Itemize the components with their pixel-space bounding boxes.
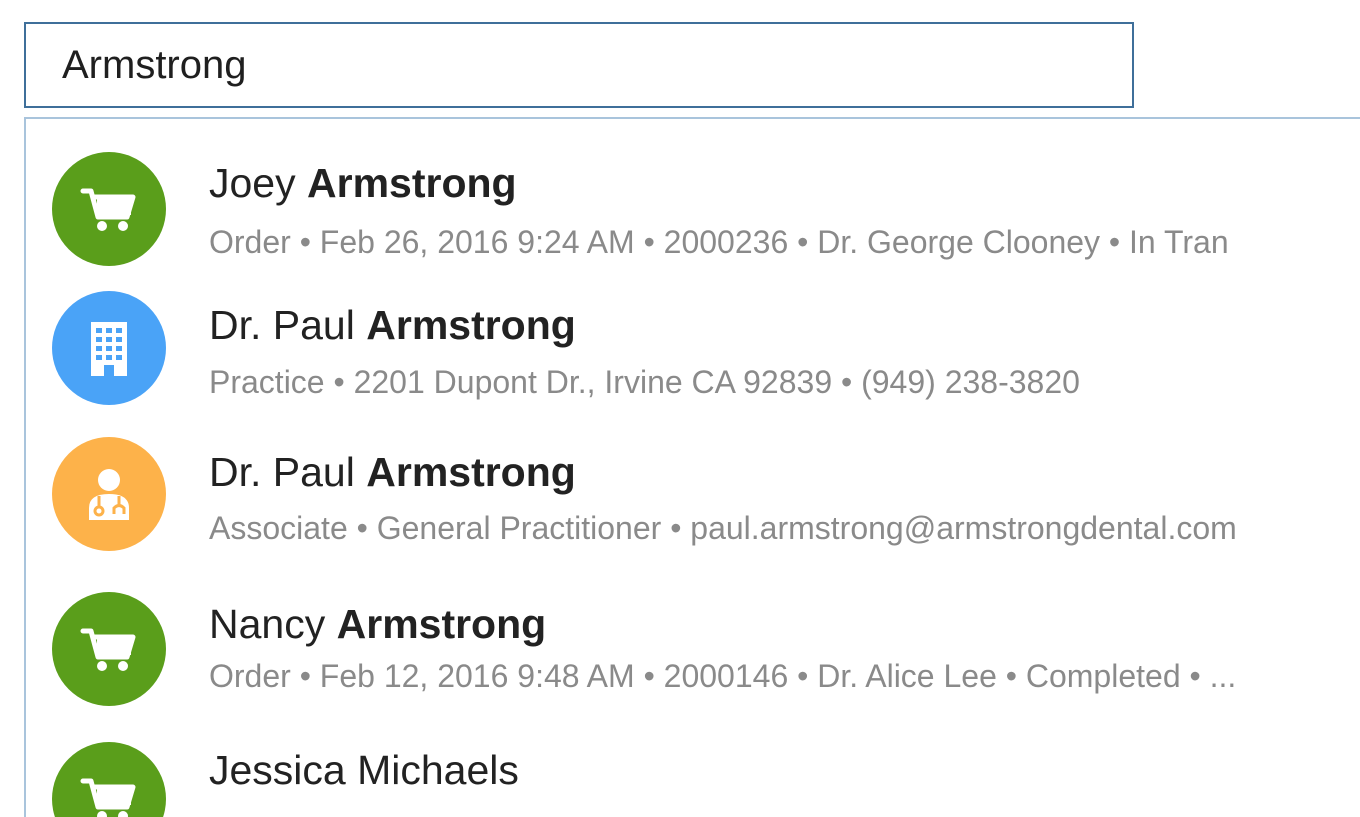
cart-icon: [52, 152, 166, 266]
result-title: Jessica Michaels: [209, 750, 519, 791]
result-name-prefix: Nancy: [209, 601, 326, 647]
result-name-prefix: Jessica Michaels: [209, 747, 519, 793]
search-box[interactable]: [24, 22, 1134, 108]
result-title: Joey Armstrong: [209, 163, 517, 204]
result-name-prefix: Dr. Paul: [209, 302, 355, 348]
building-icon: [52, 291, 166, 405]
cart-icon: [52, 742, 166, 817]
result-subtitle: Order • Feb 26, 2016 9:24 AM • 2000236 •…: [209, 224, 1229, 260]
search-result-practice[interactable]: Dr. Paul Armstrong Practice • 2201 Dupon…: [26, 259, 1360, 405]
search-result-associate[interactable]: Dr. Paul Armstrong Associate • General P…: [26, 404, 1360, 551]
result-subtitle: Order • Feb 12, 2016 9:48 AM • 2000146 •…: [209, 658, 1237, 694]
search-results-dropdown: Joey Armstrong Order • Feb 26, 2016 9:24…: [24, 117, 1360, 817]
result-title: Dr. Paul Armstrong: [209, 452, 576, 493]
search-input[interactable]: [26, 24, 1132, 106]
search-result-order[interactable]: Jessica Michaels: [26, 706, 1360, 817]
search-result-order[interactable]: Joey Armstrong Order • Feb 26, 2016 9:24…: [26, 119, 1360, 266]
doctor-icon: [52, 437, 166, 551]
result-subtitle: Associate • General Practitioner • paul.…: [209, 510, 1237, 546]
result-subtitle: Practice • 2201 Dupont Dr., Irvine CA 92…: [209, 364, 1080, 400]
result-name-prefix: Dr. Paul: [209, 449, 355, 495]
result-name-match: Armstrong: [336, 601, 547, 647]
search-result-order[interactable]: Nancy Armstrong Order • Feb 12, 2016 9:4…: [26, 559, 1360, 706]
cart-icon: [52, 592, 166, 706]
result-name-match: Armstrong: [307, 160, 517, 206]
result-name-match: Armstrong: [366, 449, 576, 495]
result-name-prefix: Joey: [209, 160, 296, 206]
result-title: Nancy Armstrong: [209, 604, 546, 645]
result-title: Dr. Paul Armstrong: [209, 305, 576, 346]
result-name-match: Armstrong: [366, 302, 576, 348]
